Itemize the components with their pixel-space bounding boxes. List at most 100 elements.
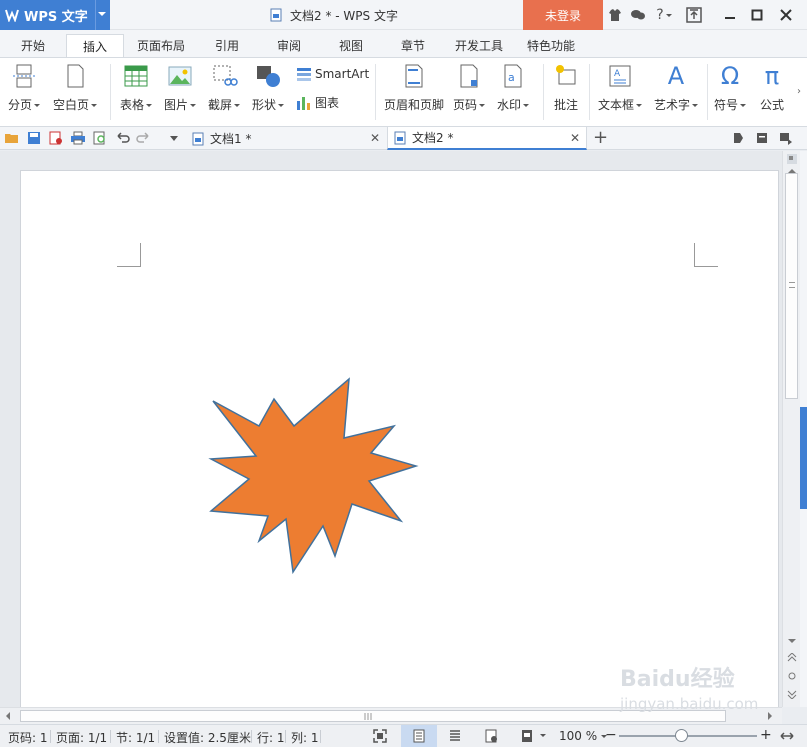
select-browse-object-icon[interactable] [786, 671, 798, 681]
scroll-down-icon[interactable] [786, 637, 798, 645]
smartart-button[interactable]: SmartArt [296, 66, 369, 82]
doc-tab-label: 文档2 * [412, 131, 454, 145]
comment-button[interactable]: 批注 [552, 62, 580, 113]
chat-icon[interactable] [630, 7, 646, 23]
shapes-button[interactable]: 形状 [252, 62, 285, 113]
skin-icon[interactable] [607, 7, 623, 23]
tab-arrange-icon[interactable] [778, 130, 794, 146]
next-page-icon[interactable] [786, 689, 798, 699]
table-button[interactable]: 表格 [120, 62, 153, 113]
chart-button[interactable]: 图表 [296, 94, 339, 111]
open-folder-icon[interactable] [4, 130, 20, 146]
formula-button[interactable]: π 公式 [760, 62, 784, 113]
divider [251, 730, 252, 743]
outline-view-icon[interactable] [448, 729, 462, 743]
zoom-out-icon[interactable]: − [605, 727, 617, 743]
ribbon-insert-panel: 分页 空白页 表格 图片 截屏 形状 SmartArt 图表 页眉和页脚 页码 … [0, 57, 807, 127]
fullscreen-icon[interactable] [373, 729, 387, 743]
vertical-scroll-thumb[interactable] [785, 173, 798, 399]
textbox-button[interactable]: A 文本框 [598, 62, 643, 113]
tab-review[interactable]: 审阅 [266, 34, 312, 57]
new-tab-plus-icon[interactable]: + [593, 128, 608, 148]
divider [543, 64, 544, 120]
chevron-down-icon[interactable] [98, 12, 106, 16]
comment-icon [556, 65, 576, 85]
tab-home[interactable]: 开始 [8, 34, 58, 57]
watermark-button[interactable]: a 水印 [497, 62, 530, 113]
app-menu-button[interactable]: WPS 文字 [0, 0, 110, 30]
fit-width-icon[interactable] [780, 729, 794, 743]
tab-page-layout[interactable]: 页面布局 [130, 34, 192, 57]
table-icon [124, 65, 148, 87]
watermark-label: 水印 [497, 98, 522, 112]
web-view-icon[interactable] [484, 729, 498, 743]
minimize-icon[interactable] [722, 7, 738, 23]
export-pdf-icon[interactable] [48, 130, 64, 146]
scroll-left-icon[interactable] [4, 711, 12, 721]
redo-icon[interactable] [136, 130, 152, 146]
close-icon[interactable]: ✕ [370, 131, 380, 145]
doc-tab-1[interactable]: 文档1 * ✕ [186, 127, 386, 150]
zoom-in-icon[interactable]: + [760, 727, 772, 743]
status-bar: 页码: 1 页面: 1/1 节: 1/1 设置值: 2.5厘米 行: 1 列: … [0, 724, 807, 747]
star-shape[interactable] [201, 371, 421, 576]
screenshot-button[interactable]: 截屏 [208, 62, 241, 113]
maximize-icon[interactable] [749, 7, 765, 23]
status-column: 列: 1 [291, 731, 319, 745]
login-button[interactable]: 未登录 [523, 0, 603, 30]
zoom-slider-knob[interactable] [675, 729, 689, 742]
print-icon[interactable] [70, 130, 86, 146]
tab-list-icon[interactable] [754, 130, 770, 146]
ruler-toggle-icon[interactable] [786, 153, 798, 165]
save-icon[interactable] [26, 130, 42, 146]
tab-option-icon[interactable] [730, 130, 746, 146]
tab-view[interactable]: 视图 [328, 34, 374, 57]
page-break-button[interactable]: 分页 [8, 62, 41, 113]
status-section: 节: 1/1 [116, 731, 156, 745]
chevron-down-icon [636, 104, 643, 107]
tab-developer[interactable]: 开发工具 [448, 34, 510, 57]
chevron-down-icon [523, 104, 530, 107]
undo-icon[interactable] [114, 130, 130, 146]
divider [375, 64, 376, 120]
chevron-down-icon [190, 104, 197, 107]
chevron-down-icon[interactable] [166, 130, 182, 146]
blank-page-button[interactable]: 空白页 [53, 62, 98, 113]
upload-icon[interactable] [686, 7, 702, 23]
reading-mode-button[interactable] [516, 729, 548, 743]
wordart-button[interactable]: A 艺术字 [654, 62, 699, 113]
doc-tab-2[interactable]: 文档2 * ✕ [387, 127, 587, 150]
document-page[interactable] [20, 170, 779, 707]
status-page-number: 页码: 1 [8, 731, 48, 745]
tab-special[interactable]: 特色功能 [520, 34, 582, 57]
blank-page-label: 空白页 [53, 98, 90, 112]
picture-button[interactable]: 图片 [164, 62, 197, 113]
tab-references[interactable]: 引用 [204, 34, 250, 57]
header-footer-button[interactable]: 页眉和页脚 [384, 62, 444, 113]
print-preview-icon[interactable] [92, 130, 108, 146]
page-number-button[interactable]: 页码 [453, 62, 486, 113]
divider [110, 64, 111, 120]
chevron-down-icon [692, 104, 699, 107]
close-icon[interactable] [778, 7, 794, 23]
smartart-label: SmartArt [315, 67, 370, 81]
title-bar: WPS 文字 文档2 * - WPS 文字 未登录 ? [0, 0, 807, 30]
side-panel-toggle[interactable] [800, 407, 807, 509]
symbol-button[interactable]: Ω 符号 [714, 62, 747, 113]
divider [95, 0, 96, 30]
close-icon[interactable]: ✕ [570, 131, 580, 145]
previous-page-icon[interactable] [786, 653, 798, 663]
chevron-down-icon [34, 104, 41, 107]
help-button[interactable]: ? [653, 7, 675, 23]
header-footer-icon [405, 64, 423, 88]
chevron-right-icon[interactable]: › [797, 86, 805, 97]
tab-insert[interactable]: 插入 [66, 34, 124, 57]
zoom-level: 100 % [559, 729, 598, 743]
status-line: 行: 1 [257, 731, 285, 745]
vertical-scrollbar[interactable] [782, 151, 800, 707]
page-break-label: 分页 [8, 98, 33, 112]
page-view-button[interactable] [401, 725, 437, 747]
tab-chapter[interactable]: 章节 [390, 34, 436, 57]
textbox-icon: A [609, 65, 631, 87]
help-icon: ? [656, 7, 664, 23]
